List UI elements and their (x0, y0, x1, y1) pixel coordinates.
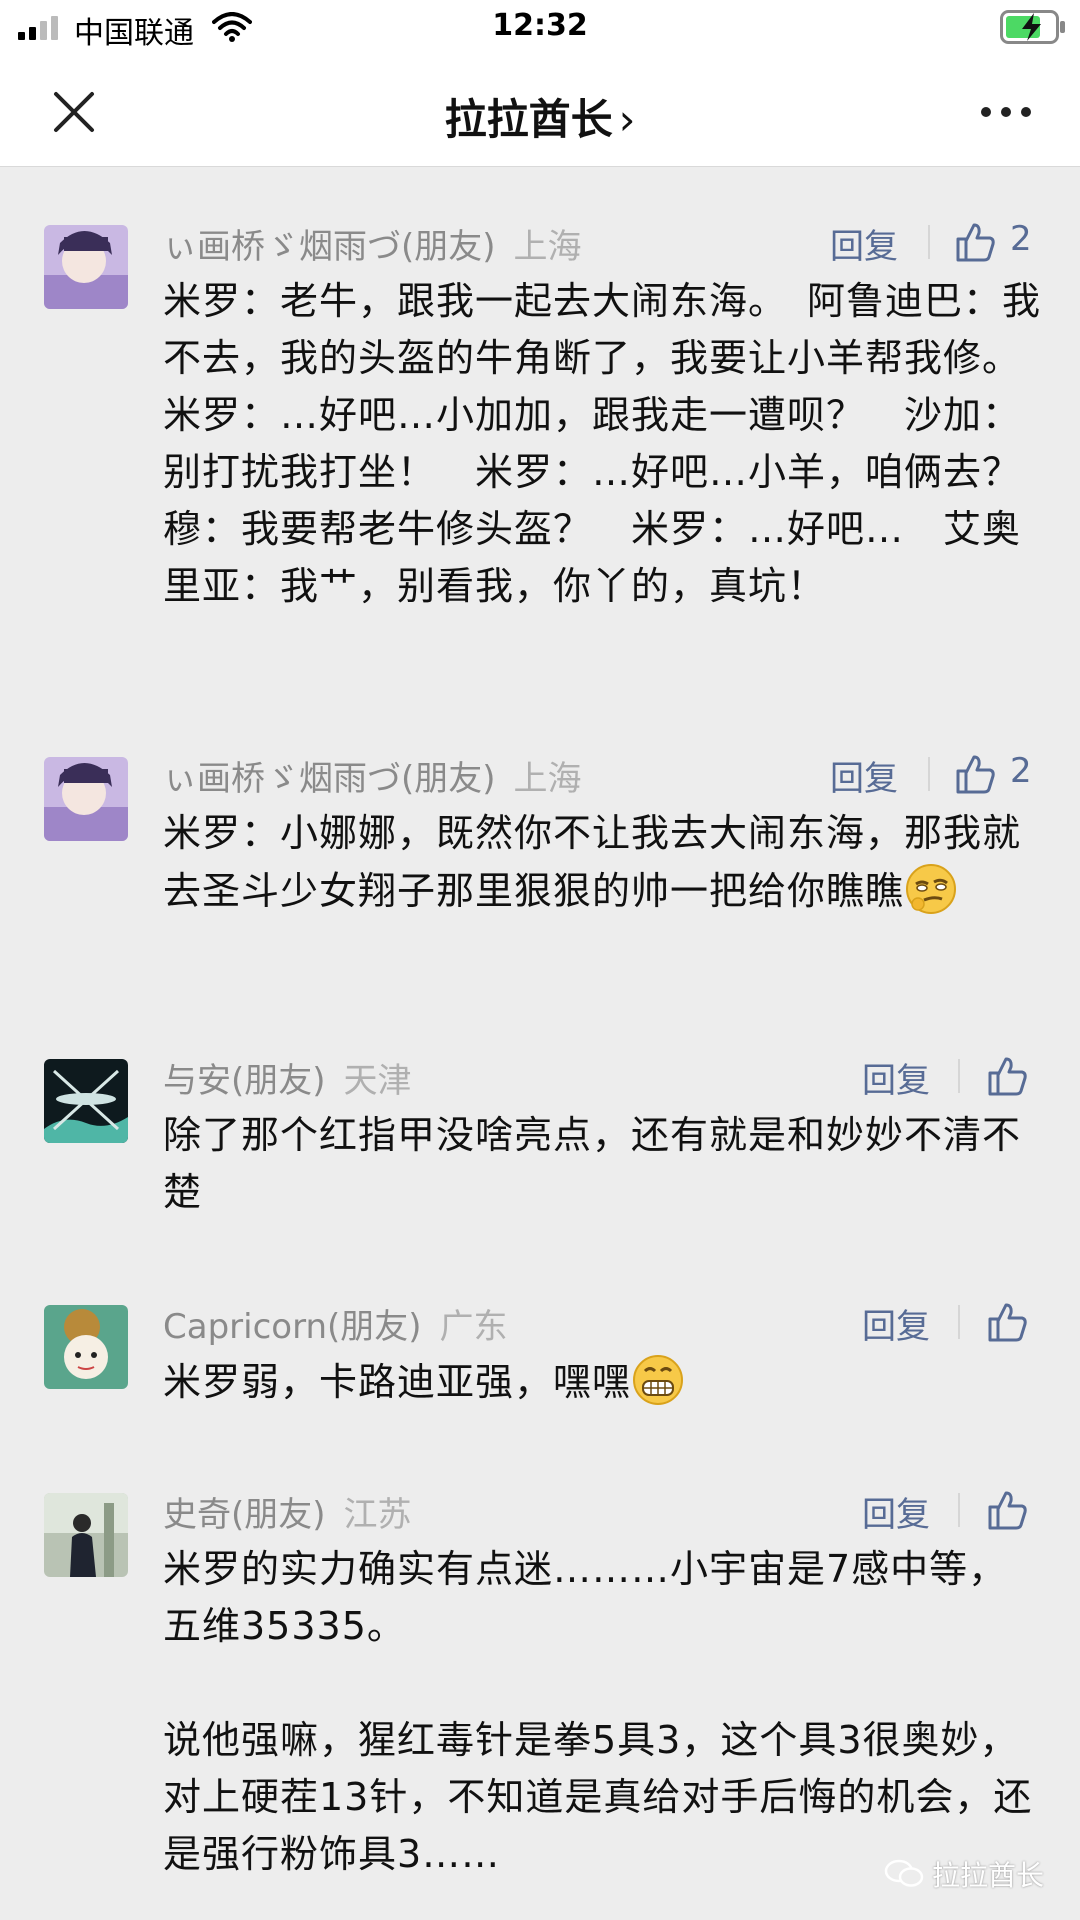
avatar[interactable] (44, 1305, 128, 1389)
divider (958, 1059, 960, 1093)
nav-bar: 拉拉酋长 › (0, 58, 1080, 167)
comment-text: 米罗弱，卡路迪亚强，嘿嘿 (163, 1353, 1043, 1411)
divider (928, 225, 930, 259)
wechat-logo-icon (884, 1859, 924, 1887)
avatar[interactable] (44, 1059, 128, 1143)
like-count: 2 (1010, 219, 1032, 259)
avatar[interactable] (44, 1493, 128, 1577)
more-icon[interactable] (980, 102, 1032, 122)
page-title[interactable]: 拉拉酋长 › (0, 86, 1080, 147)
commenter-name[interactable]: 与安(朋友) 天津 (163, 1053, 412, 1102)
comment-text-content: 米罗：小娜娜，既然你不让我去大闹东海，那我就去圣斗少女翔子那里狠狠的帅一把给你瞧… (163, 811, 1022, 913)
battery-charging-icon (1000, 10, 1065, 44)
chevron-right-icon: › (618, 95, 636, 144)
reply-button[interactable]: 回复 (830, 219, 898, 268)
thumbs-up-icon[interactable] (986, 1489, 1028, 1531)
watermark: 拉拉酋长 (932, 1859, 1045, 1892)
clock: 12:32 (492, 8, 588, 43)
thumbs-up-icon[interactable] (954, 221, 996, 263)
commenter-name[interactable]: 史奇(朋友) 江苏 (163, 1487, 412, 1536)
reply-button[interactable]: 回复 (862, 1487, 930, 1536)
status-bar: 中国联通 12:32 (0, 0, 1080, 58)
commenter-location: 天津 (343, 1061, 412, 1101)
commenter-name-text: Capricorn(朋友) (163, 1307, 422, 1347)
thumbs-up-icon[interactable] (954, 753, 996, 795)
commenter-name[interactable]: ぃ画桥ゞ烟雨づ(朋友) 上海 (163, 751, 582, 800)
grin-emoji-icon (633, 1355, 684, 1405)
reply-button[interactable]: 回复 (862, 1053, 930, 1102)
comment-paragraph: 米罗的实力确实有点迷………小宇宙是7感中等，五维35335。 (163, 1547, 1008, 1648)
like-count: 2 (1010, 751, 1032, 791)
comment-text: 米罗的实力确实有点迷………小宇宙是7感中等，五维35335。 说他强嘛，猩红毒针… (163, 1541, 1043, 1883)
thumbs-up-icon[interactable] (986, 1301, 1028, 1343)
comment-text: 除了那个红指甲没啥亮点，还有就是和妙妙不清不楚 (163, 1113, 1022, 1214)
comment-text: 米罗：老牛，跟我一起去大闹东海。 阿鲁迪巴：我不去，我的头盔的牛角断了，我要让小… (163, 279, 1061, 608)
avatar[interactable] (44, 757, 128, 841)
thumbs-up-icon[interactable] (986, 1055, 1028, 1097)
commenter-name-text: 与安(朋友) (163, 1061, 326, 1101)
page-title-text: 拉拉酋长 (444, 95, 613, 144)
comment-text-content: 米罗弱，卡路迪亚强，嘿嘿 (163, 1360, 632, 1404)
avatar[interactable] (44, 225, 128, 309)
commenter-name[interactable]: ぃ画桥ゞ烟雨づ(朋友) 上海 (163, 219, 582, 268)
commenter-location: 上海 (513, 227, 582, 267)
commenter-name[interactable]: Capricorn(朋友) 广东 (163, 1299, 508, 1348)
commenter-location: 上海 (513, 759, 582, 799)
reply-button[interactable]: 回复 (830, 751, 898, 800)
divider (958, 1493, 960, 1527)
commenter-location: 广东 (439, 1307, 508, 1347)
divider (928, 757, 930, 791)
commenter-name-text: ぃ画桥ゞ烟雨づ(朋友) (163, 759, 496, 799)
commenter-name-text: 史奇(朋友) (163, 1495, 326, 1535)
smirk-emoji-icon (906, 864, 957, 914)
comment-text: 米罗：小娜娜，既然你不让我去大闹东海，那我就去圣斗少女翔子那里狠狠的帅一把给你瞧… (163, 805, 1043, 920)
reply-button[interactable]: 回复 (862, 1299, 930, 1348)
divider (958, 1305, 960, 1339)
commenter-location: 江苏 (343, 1495, 412, 1535)
commenter-name-text: ぃ画桥ゞ烟雨づ(朋友) (163, 227, 496, 267)
